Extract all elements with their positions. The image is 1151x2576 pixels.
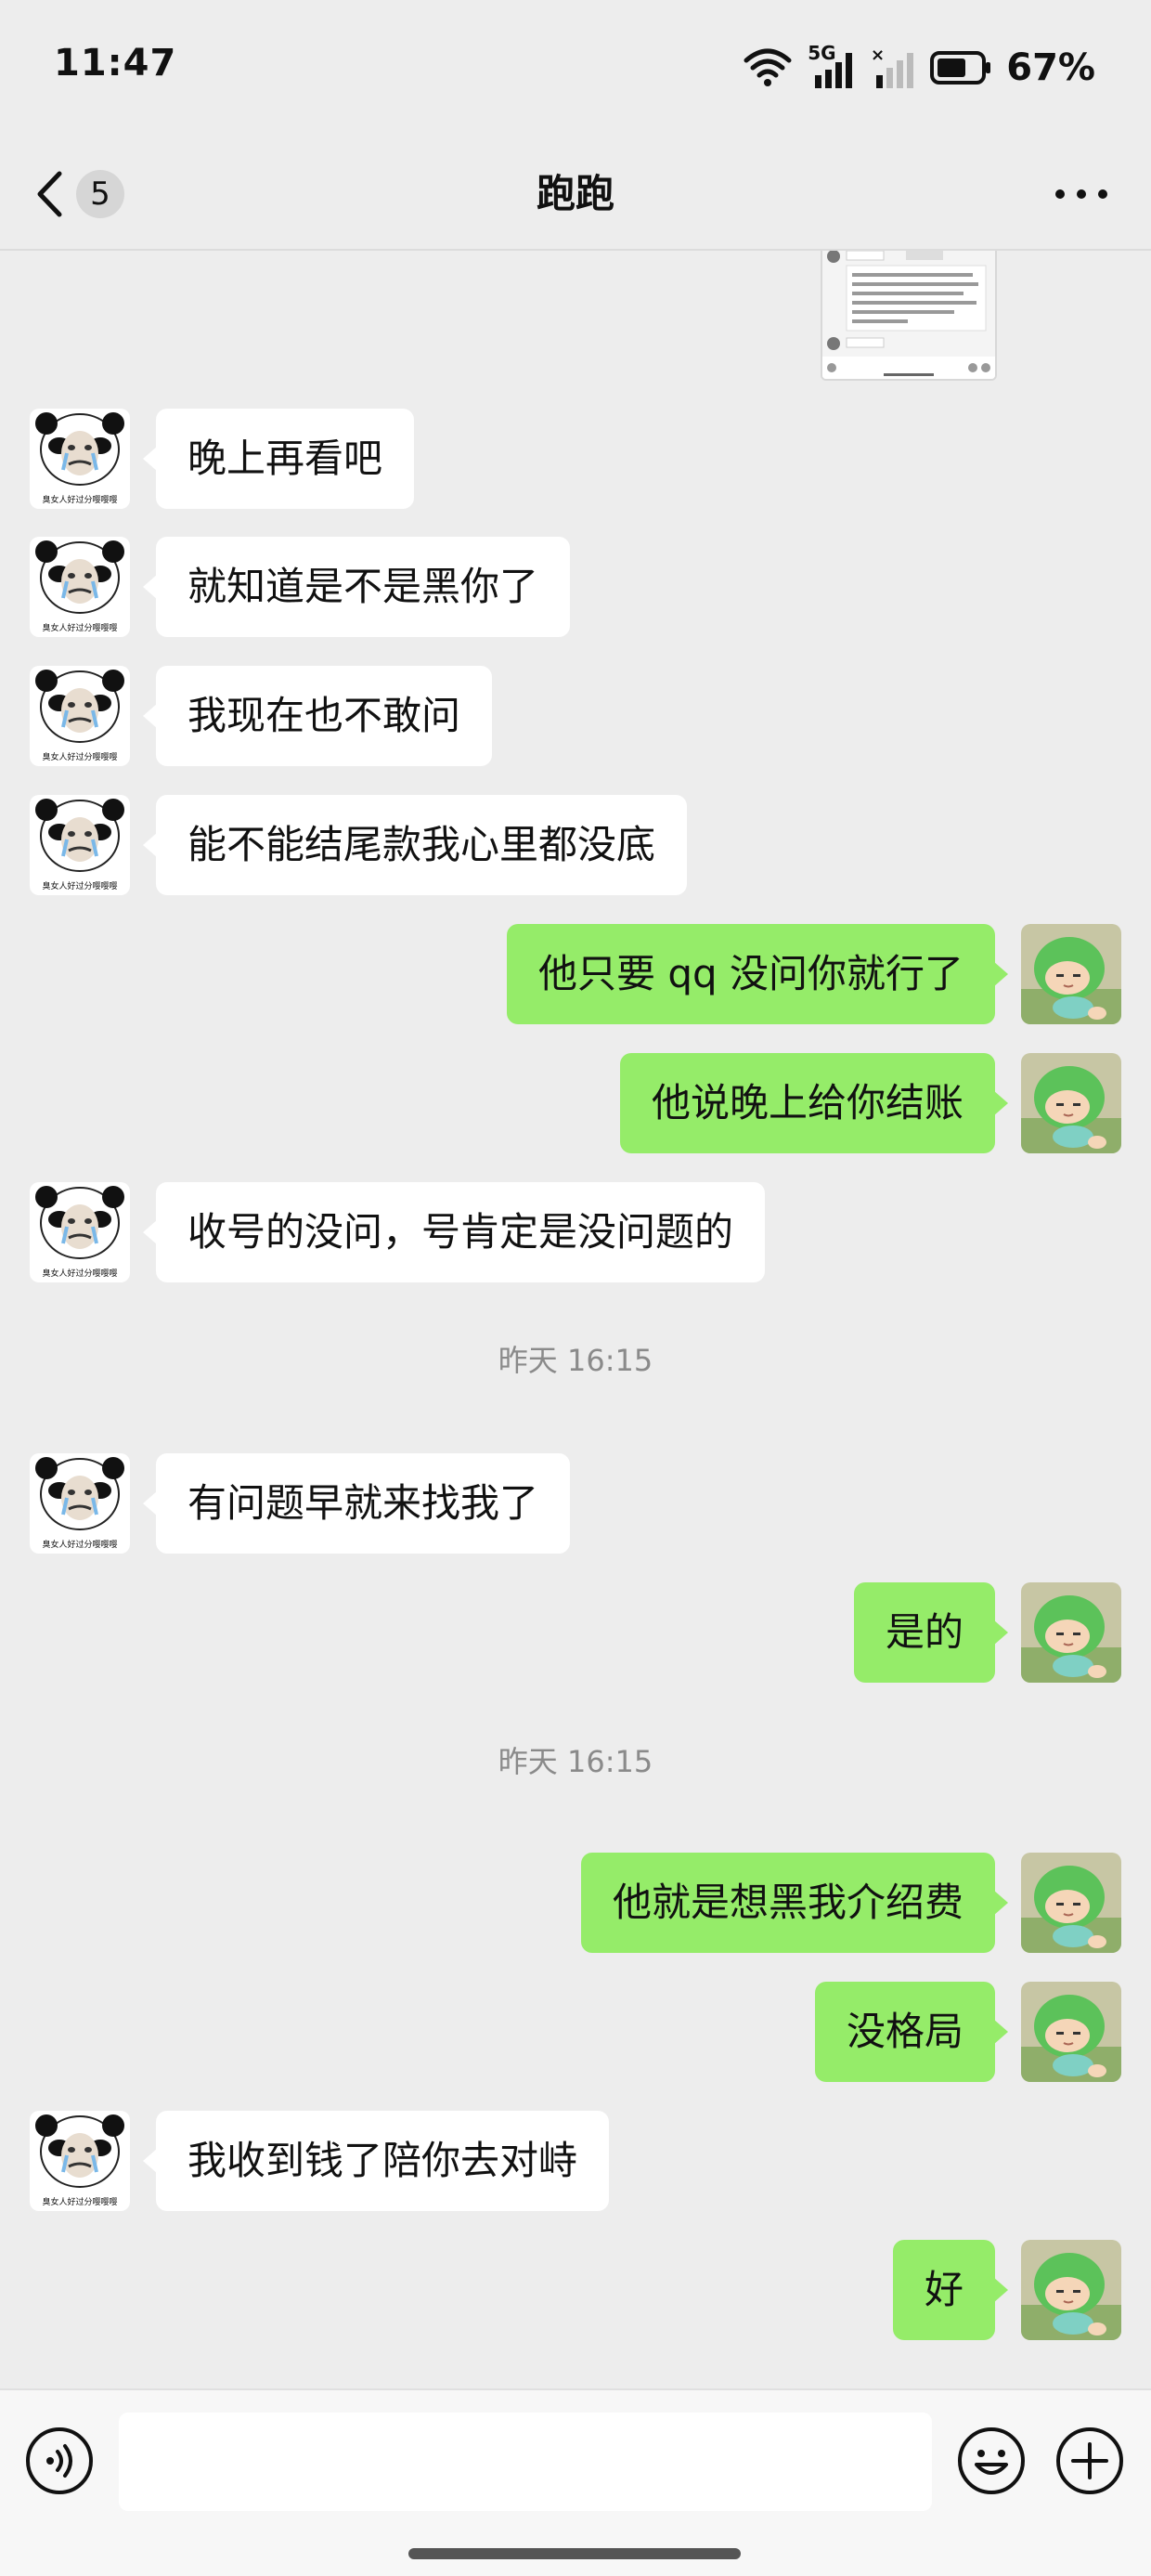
message-input[interactable] bbox=[119, 2413, 932, 2511]
sent-message: 好 bbox=[0, 2240, 1151, 2342]
contact-avatar[interactable]: 臭女人好过分嘤嘤嘤 bbox=[30, 1182, 130, 1282]
sent-message: 他只要 qq 没问你就行了 bbox=[0, 924, 1151, 1026]
status-bar: 11:47 5G × 67% bbox=[0, 0, 1151, 139]
voice-icon[interactable] bbox=[24, 2426, 95, 2496]
message-bubble[interactable]: 好 bbox=[892, 2240, 1009, 2340]
received-message: 臭女人好过分嘤嘤嘤 有问题早就来找我了 bbox=[0, 1453, 1151, 1555]
message-bubble[interactable]: 他说晚上给你结账 bbox=[619, 1053, 1009, 1153]
plus-icon[interactable] bbox=[1054, 2426, 1125, 2496]
contact-avatar[interactable]: 臭女人好过分嘤嘤嘤 bbox=[30, 2111, 130, 2211]
emoji-icon[interactable] bbox=[956, 2426, 1027, 2496]
my-avatar[interactable] bbox=[1021, 2240, 1121, 2340]
sent-message: 是的 bbox=[0, 1582, 1151, 1685]
avatar-caption: 臭女人好过分嘤嘤嘤 bbox=[42, 2198, 118, 2207]
received-message: 臭女人好过分嘤嘤嘤 我收到钱了陪你去对峙 bbox=[0, 2111, 1151, 2213]
message-bubble[interactable]: 收号的没问，号肯定是没问题的 bbox=[142, 1182, 766, 1282]
message-bubble[interactable]: 我收到钱了陪你去对峙 bbox=[142, 2111, 610, 2211]
sent-message: 没格局 bbox=[0, 1982, 1151, 2084]
contact-avatar[interactable]: 臭女人好过分嘤嘤嘤 bbox=[30, 409, 130, 509]
message-bubble[interactable]: 就知道是不是黑你了 bbox=[142, 537, 571, 637]
wifi-icon bbox=[744, 48, 792, 86]
my-avatar[interactable] bbox=[1021, 924, 1121, 1024]
avatar-caption: 臭女人好过分嘤嘤嘤 bbox=[42, 753, 118, 762]
contact-avatar[interactable]: 臭女人好过分嘤嘤嘤 bbox=[30, 1453, 130, 1554]
sent-message: 他就是想黑我介绍费 bbox=[0, 1853, 1151, 1955]
signal-weak-icon: × bbox=[871, 47, 914, 88]
shared-screenshot-thumbnail[interactable] bbox=[821, 251, 997, 381]
received-message: 臭女人好过分嘤嘤嘤 我现在也不敢问 bbox=[0, 666, 1151, 768]
contact-avatar[interactable]: 臭女人好过分嘤嘤嘤 bbox=[30, 795, 130, 895]
signal-5g-icon: 5G bbox=[808, 42, 856, 88]
avatar-caption: 臭女人好过分嘤嘤嘤 bbox=[42, 1269, 118, 1279]
avatar-caption: 臭女人好过分嘤嘤嘤 bbox=[42, 496, 118, 505]
avatar-caption: 臭女人好过分嘤嘤嘤 bbox=[42, 882, 118, 891]
battery-level: 67% bbox=[1006, 46, 1095, 89]
avatar-caption: 臭女人好过分嘤嘤嘤 bbox=[42, 624, 118, 633]
received-message: 臭女人好过分嘤嘤嘤 收号的没问，号肯定是没问题的 bbox=[0, 1182, 1151, 1284]
message-bubble[interactable]: 没格局 bbox=[814, 1982, 1009, 2082]
my-avatar[interactable] bbox=[1021, 1853, 1121, 1953]
message-bubble[interactable]: 有问题早就来找我了 bbox=[142, 1453, 571, 1554]
received-message: 臭女人好过分嘤嘤嘤 就知道是不是黑你了 bbox=[0, 537, 1151, 639]
message-bubble[interactable]: 晚上再看吧 bbox=[142, 409, 415, 509]
message-timestamp: 昨天 16:15 bbox=[498, 1744, 653, 1779]
message-list[interactable]: 臭女人好过分嘤嘤嘤 晚上再看吧 臭女人好过分嘤嘤嘤 就知道是不是黑你了 臭女人好… bbox=[0, 251, 1151, 2387]
svg-text:×: × bbox=[871, 47, 885, 65]
message-bubble[interactable]: 我现在也不敢问 bbox=[142, 666, 493, 766]
my-avatar[interactable] bbox=[1021, 1582, 1121, 1683]
message-bubble[interactable]: 他只要 qq 没问你就行了 bbox=[506, 924, 1009, 1024]
battery-icon bbox=[930, 51, 991, 85]
contact-avatar[interactable]: 臭女人好过分嘤嘤嘤 bbox=[30, 537, 130, 637]
message-timestamp: 昨天 16:15 bbox=[498, 1343, 653, 1378]
received-message: 臭女人好过分嘤嘤嘤 晚上再看吧 bbox=[0, 409, 1151, 511]
message-bubble[interactable]: 是的 bbox=[853, 1582, 1009, 1683]
status-icons: 5G × 67% bbox=[743, 42, 1095, 91]
more-dots-icon[interactable] bbox=[1049, 171, 1114, 217]
received-message: 臭女人好过分嘤嘤嘤 能不能结尾款我心里都没底 bbox=[0, 795, 1151, 897]
my-avatar[interactable] bbox=[1021, 1982, 1121, 2082]
home-indicator[interactable] bbox=[408, 2548, 741, 2559]
avatar-caption: 臭女人好过分嘤嘤嘤 bbox=[42, 1541, 118, 1550]
message-bubble[interactable]: 他就是想黑我介绍费 bbox=[580, 1853, 1009, 1953]
my-avatar[interactable] bbox=[1021, 1053, 1121, 1153]
sent-message: 他说晚上给你结账 bbox=[0, 1053, 1151, 1155]
contact-avatar[interactable]: 臭女人好过分嘤嘤嘤 bbox=[30, 666, 130, 766]
message-bubble[interactable]: 能不能结尾款我心里都没底 bbox=[142, 795, 688, 895]
chat-header: 5 跑跑 bbox=[0, 139, 1151, 251]
chat-title: 跑跑 bbox=[536, 171, 614, 216]
status-time: 11:47 bbox=[54, 42, 177, 85]
input-bar bbox=[0, 2388, 1151, 2576]
